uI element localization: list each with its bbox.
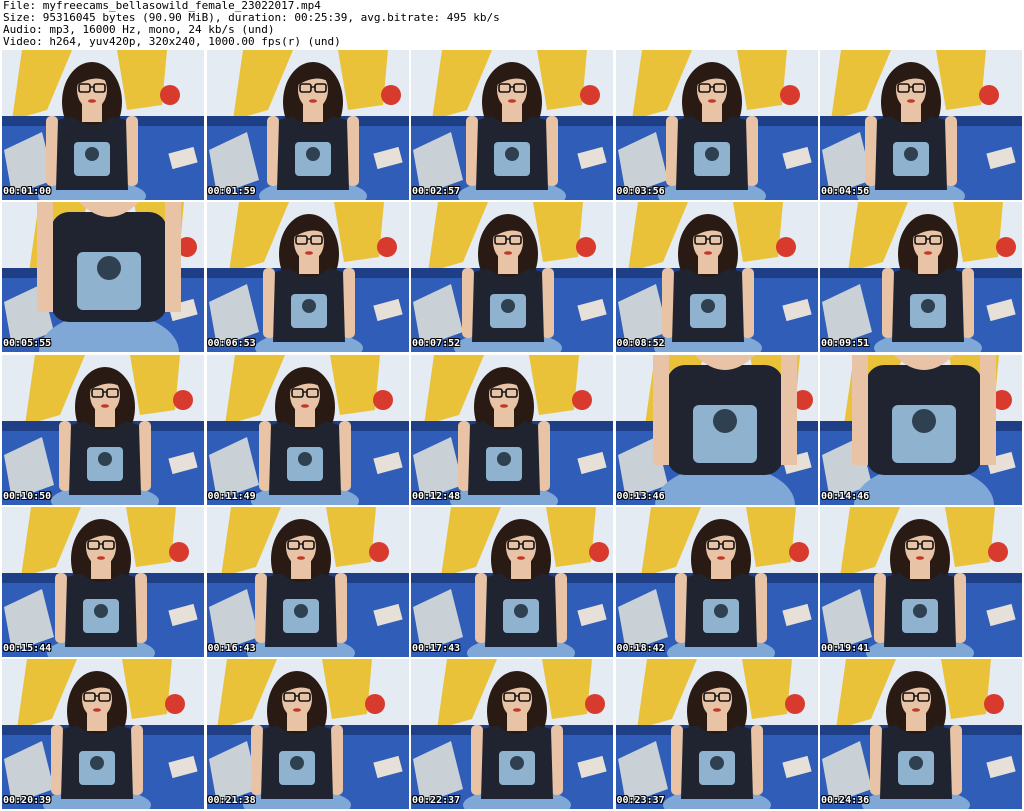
thumbnail-frame-image — [2, 354, 204, 505]
video-thumbnail: 00:24:36 — [820, 659, 1022, 809]
thumbnail-frame-image — [820, 659, 1022, 809]
video-thumbnail: 00:01:00 — [2, 50, 204, 200]
thumbnail-timestamp: 00:02:57 — [412, 186, 461, 197]
thumbnail-frame-image — [820, 354, 1022, 505]
video-thumbnail: 00:05:55 — [2, 202, 204, 353]
video-thumbnail: 00:06:53 — [206, 202, 409, 353]
video-thumbnail: 00:18:42 — [615, 506, 818, 657]
thumbnail-frame-image — [2, 50, 204, 200]
video-thumbnail: 00:15:44 — [2, 506, 204, 657]
thumbnail-frame-image — [206, 50, 409, 200]
video-thumbnail: 00:20:39 — [2, 659, 204, 809]
thumbnail-frame-image — [615, 202, 818, 353]
thumbnail-timestamp: 00:14:46 — [821, 490, 870, 502]
thumbnail-timestamp: 00:24:36 — [821, 795, 870, 806]
thumbnail-timestamp: 00:18:42 — [616, 642, 665, 654]
thumbnail-timestamp: 00:03:56 — [616, 186, 665, 197]
thumbnail-frame-image — [820, 506, 1022, 657]
thumbnail-timestamp: 00:16:43 — [207, 642, 256, 654]
video-thumbnail: 00:12:48 — [411, 354, 613, 505]
thumbnail-timestamp: 00:11:49 — [207, 490, 256, 502]
thumbnail-timestamp: 00:19:41 — [821, 642, 870, 654]
thumbnail-frame-image — [615, 659, 818, 809]
thumbnail-timestamp: 00:23:37 — [616, 795, 665, 806]
thumbnail-frame-image — [615, 354, 818, 505]
thumbnail-frame-image — [411, 659, 613, 809]
video-thumbnail: 00:14:46 — [820, 354, 1022, 505]
video-thumbnail: 00:17:43 — [411, 506, 613, 657]
thumbnail-timestamp: 00:17:43 — [412, 642, 461, 654]
thumbnail-grid: 00:01:00 00:01:59 00:02:57 00:03:56 00:04:56… — [2, 50, 1022, 809]
thumbnail-frame-image — [2, 659, 204, 809]
thumbnail-timestamp: 00:13:46 — [616, 490, 665, 502]
thumbnail-frame-image — [820, 202, 1022, 353]
video-thumbnail: 00:02:57 — [411, 50, 613, 200]
video-thumbnail: 00:03:56 — [615, 50, 818, 200]
thumbnail-timestamp: 00:06:53 — [207, 338, 256, 350]
video-thumbnail: 00:16:43 — [206, 506, 409, 657]
thumbnail-timestamp: 00:07:52 — [412, 338, 461, 350]
thumbnail-frame-image — [206, 202, 409, 353]
thumbnail-frame-image — [615, 50, 818, 200]
thumbnail-timestamp: 00:08:52 — [616, 338, 665, 350]
thumbnail-frame-image — [615, 506, 818, 657]
video-thumbnail: 00:10:50 — [2, 354, 204, 505]
thumbnail-timestamp: 00:09:51 — [821, 338, 870, 350]
video-thumbnail: 00:07:52 — [411, 202, 613, 353]
thumbnail-frame-image — [411, 354, 613, 505]
thumbnail-frame-image — [411, 50, 613, 200]
thumbnail-timestamp: 00:10:50 — [3, 490, 52, 502]
thumbnail-frame-image — [820, 50, 1022, 200]
thumbnail-frame-image — [2, 202, 204, 353]
video-thumbnail: 00:19:41 — [820, 506, 1022, 657]
video-thumbnail: 00:13:46 — [615, 354, 818, 505]
video-thumbnail: 00:21:38 — [206, 659, 409, 809]
thumbnail-frame-image — [206, 506, 409, 657]
info-header: File: myfreecams_bellasowild_female_2302… — [3, 0, 1021, 48]
thumbnail-timestamp: 00:20:39 — [3, 795, 52, 806]
thumbnail-timestamp: 00:12:48 — [412, 490, 461, 502]
video-thumbnail: 00:23:37 — [615, 659, 818, 809]
video-info-line: Video: h264, yuv420p, 320x240, 1000.00 f… — [3, 35, 341, 48]
thumbnail-timestamp: 00:01:00 — [3, 186, 52, 197]
thumbnail-frame-image — [206, 659, 409, 809]
thumbnail-timestamp: 00:22:37 — [412, 795, 461, 806]
video-thumbnail: 00:04:56 — [820, 50, 1022, 200]
thumbnail-timestamp: 00:05:55 — [3, 338, 52, 350]
video-thumbnail: 00:22:37 — [411, 659, 613, 809]
thumbnail-timestamp: 00:21:38 — [207, 795, 256, 806]
thumbnail-frame-image — [411, 202, 613, 353]
video-thumbnail: 00:11:49 — [206, 354, 409, 505]
thumbnail-timestamp: 00:04:56 — [821, 186, 870, 197]
video-thumbnail: 00:09:51 — [820, 202, 1022, 353]
video-thumbnail: 00:01:59 — [206, 50, 409, 200]
thumbnail-frame-image — [411, 506, 613, 657]
thumbnail-frame-image — [206, 354, 409, 505]
thumbnail-frame-image — [2, 506, 204, 657]
thumbnail-timestamp: 00:15:44 — [3, 642, 52, 654]
thumbnail-timestamp: 00:01:59 — [207, 186, 256, 197]
video-thumbnail: 00:08:52 — [615, 202, 818, 353]
